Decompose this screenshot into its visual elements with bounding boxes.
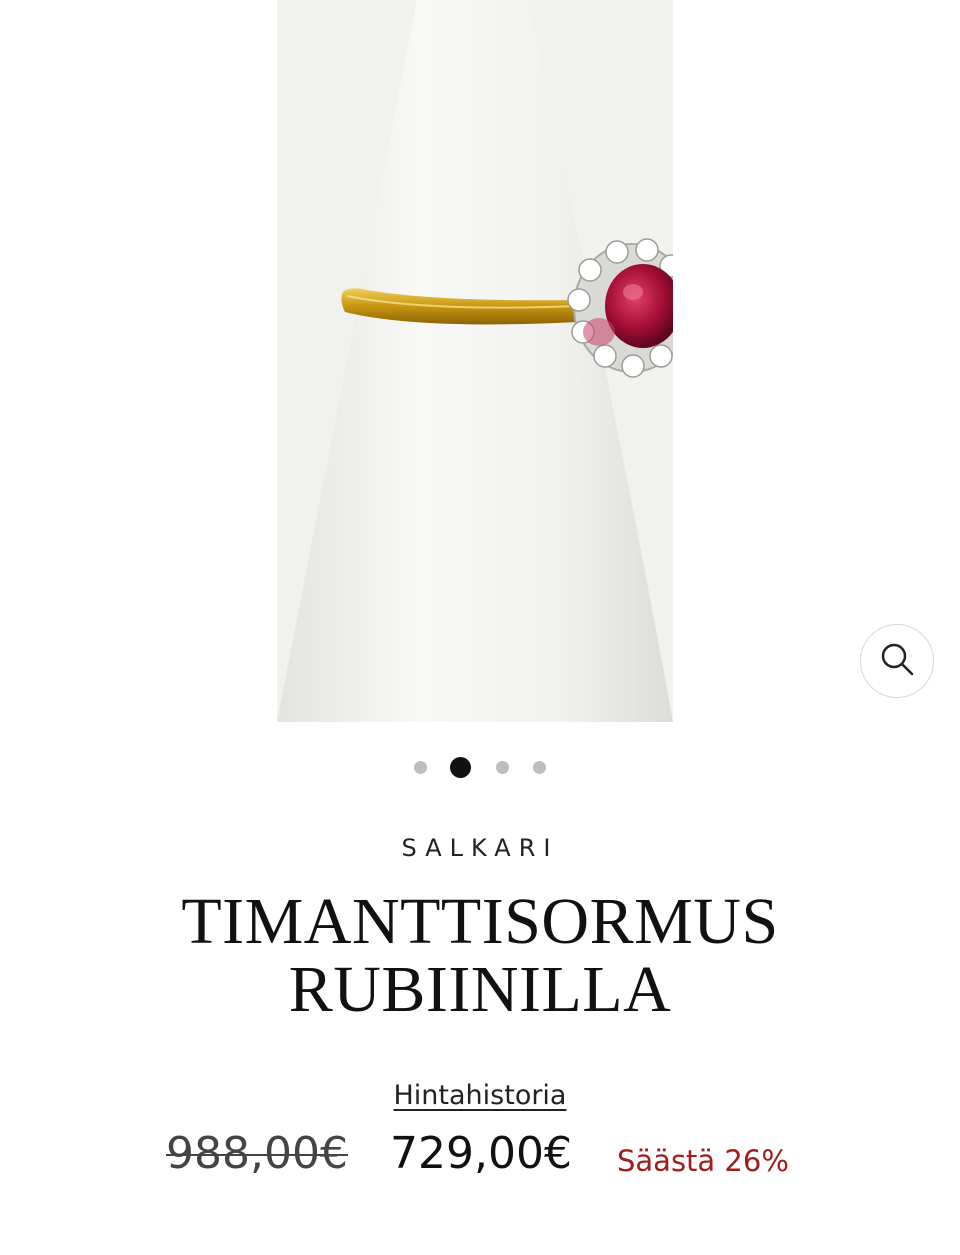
search-icon [880,642,914,680]
price-history: Hintahistoria [0,1080,960,1111]
price-history-link[interactable]: Hintahistoria [394,1080,567,1111]
gallery-pagination [0,756,960,778]
sale-price: 729,00€ [390,1128,572,1179]
zoom-button[interactable] [860,624,934,698]
savings-badge: Säästä 26% [617,1144,789,1178]
compare-at-price: 988,00€ [166,1128,348,1179]
gallery-dot-1[interactable] [414,761,427,774]
product-title: TIMANTTISORMUS RUBIINILLA [0,888,960,1024]
gallery-dot-3[interactable] [496,761,509,774]
ring-on-cone-illustration [277,0,673,722]
gallery-dot-2-active[interactable] [450,757,471,778]
product-title-line-2: RUBIINILLA [288,953,672,1026]
product-gallery[interactable] [0,0,960,724]
gallery-dot-4[interactable] [533,761,546,774]
product-image[interactable] [277,0,673,722]
product-vendor[interactable]: SALKARI [0,834,960,862]
price-block: 988,00€ 729,00€ Säästä 26% [0,1128,960,1188]
product-title-line-1: TIMANTTISORMUS [181,885,779,958]
